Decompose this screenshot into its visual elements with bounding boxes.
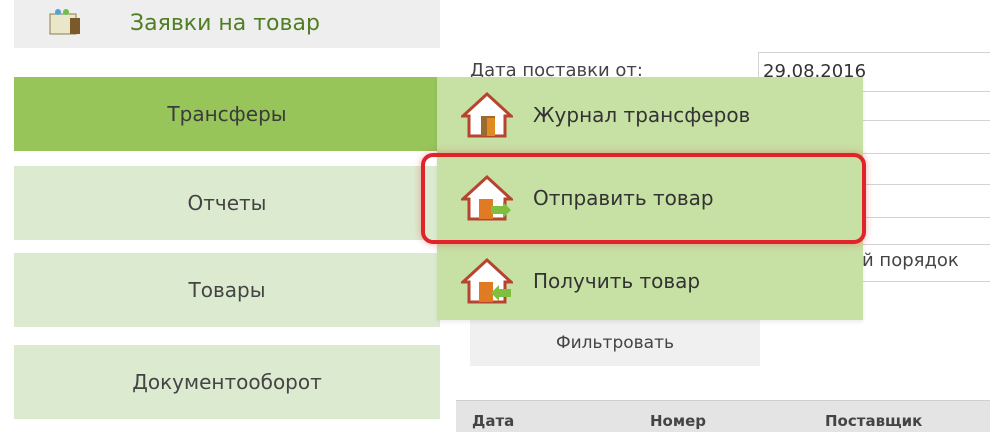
header-title: Заявки на товар xyxy=(130,11,320,36)
house-door-icon xyxy=(461,91,513,138)
house-receive-icon xyxy=(461,257,513,304)
menu-item-label: Товары xyxy=(188,278,266,302)
menu-item-transfers[interactable]: Трансферы xyxy=(14,77,440,151)
menu-item-label: Документооборот xyxy=(132,370,322,394)
column-header-number[interactable]: Номер xyxy=(650,412,706,430)
column-header-date[interactable]: Дата xyxy=(472,412,514,430)
menu-item-document-flow[interactable]: Документооборот xyxy=(14,345,440,419)
filter-field[interactable] xyxy=(855,120,990,154)
menu-item-products[interactable]: Товары xyxy=(14,253,440,327)
menu-item-label: Отчеты xyxy=(187,191,267,215)
app-header-tile[interactable]: Заявки на товар xyxy=(14,0,440,48)
submenu-item-transfer-log[interactable]: Журнал трансферов xyxy=(437,77,863,153)
menu-item-reports[interactable]: Отчеты xyxy=(14,166,440,240)
column-header-supplier[interactable]: Поставщик xyxy=(825,412,922,430)
menu-item-label: Трансферы xyxy=(167,102,287,126)
filter-button-label: Фильтровать xyxy=(555,333,675,353)
sort-order-value: й порядок xyxy=(862,250,959,271)
filter-field[interactable] xyxy=(855,184,990,218)
submenu-item-receive-goods[interactable]: Получить товар xyxy=(437,243,863,319)
highlight-frame xyxy=(421,153,866,244)
submenu-item-label: Получить товар xyxy=(533,269,701,293)
filter-button[interactable]: Фильтровать xyxy=(470,320,760,366)
submenu-item-label: Журнал трансферов xyxy=(533,103,751,127)
folder-people-icon xyxy=(49,9,80,35)
